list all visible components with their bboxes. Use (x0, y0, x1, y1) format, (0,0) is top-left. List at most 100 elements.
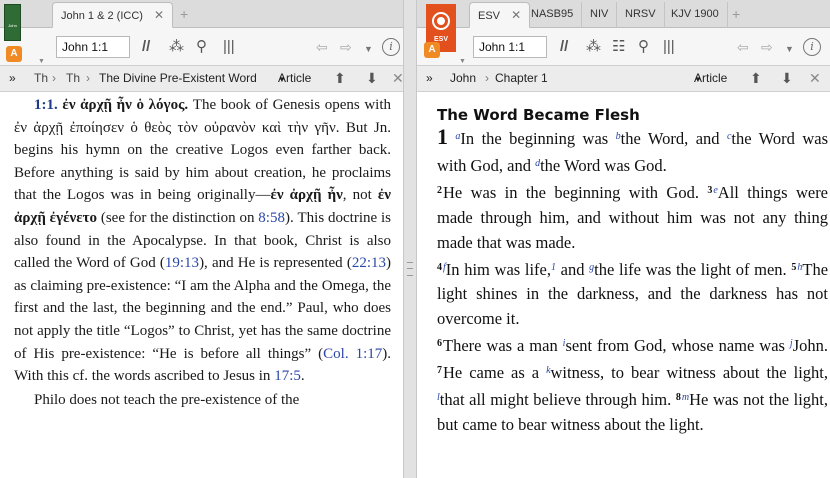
verse-text: He was in the beginning with God. (443, 182, 699, 202)
search-icon[interactable]: ⚲ (638, 37, 649, 57)
tab-kjv1900[interactable]: KJV 1900 (663, 2, 728, 28)
search-icon[interactable]: ⚲ (196, 37, 207, 57)
breadcrumb-separator-icon: › (52, 71, 56, 85)
verse-text: There was a man (443, 336, 563, 356)
tab-nasb95[interactable]: NASB95 (523, 2, 583, 28)
verse-reference: 1:1. (34, 97, 58, 113)
breadcrumb-item[interactable]: Th (66, 66, 80, 91)
body-text: . (300, 368, 305, 385)
add-tab-icon[interactable]: + (180, 6, 188, 22)
left-resource-panel: John 1 & 2 (ICC) ✕ + John A ▼ // ⁂ ⚲ |||… (0, 0, 403, 478)
verse-number: 4 (437, 261, 442, 273)
article-label: Article (278, 71, 312, 85)
tab-label: NRSV (625, 8, 656, 20)
close-tab-icon[interactable]: ✕ (511, 3, 521, 28)
commentary-content: 1:1. ἐν ἀρχῇ ἦν ὁ λόγος. The book of Gen… (0, 92, 403, 478)
body-text: ), and He is represented ( (199, 255, 352, 272)
back-arrow-icon[interactable]: ⇦ (737, 37, 749, 57)
breadcrumb-item[interactable]: Th (34, 66, 48, 91)
scripture-link[interactable]: Col. 1:17 (323, 346, 382, 362)
resource-badge[interactable]: A (6, 46, 22, 62)
breadcrumb-separator-icon: › (86, 71, 90, 85)
verse-number: 2 (437, 184, 442, 196)
previous-article-icon[interactable]: ⬆ (334, 66, 346, 91)
next-article-icon[interactable]: ⬇ (366, 66, 378, 91)
left-toolbar: // ⁂ ⚲ ||| ⇦ ⇨ ▼ i (0, 28, 403, 66)
next-article-icon[interactable]: ⬇ (781, 66, 793, 91)
verse-number: 8 (675, 392, 681, 404)
breadcrumb: » Th › Th › The Divine Pre-Existent Word… (0, 66, 403, 92)
add-tab-icon[interactable]: + (732, 6, 740, 22)
chevron-down-icon[interactable]: ▼ (38, 58, 45, 65)
columns-icon[interactable]: ||| (663, 37, 675, 57)
history-dropdown-icon[interactable]: ▼ (785, 39, 794, 59)
tab-john-icc[interactable]: John 1 & 2 (ICC) ✕ (52, 2, 174, 28)
section-heading: The Word Became Flesh (437, 106, 640, 124)
splitter-grip-icon[interactable] (407, 262, 413, 276)
back-arrow-icon[interactable]: ⇦ (316, 37, 328, 57)
left-tab-bar: John 1 & 2 (ICC) ✕ + (0, 0, 403, 28)
body-text: (see for the distinction on (97, 209, 259, 226)
forward-arrow-icon[interactable]: ⇨ (761, 37, 773, 57)
history-dropdown-icon[interactable]: ▼ (364, 39, 373, 59)
visual-filters-icon[interactable]: ⁂ (586, 37, 601, 57)
esv-logo-icon (432, 12, 450, 30)
reference-input[interactable] (473, 36, 547, 58)
greek-lemma: ἐν ἀρχῇ ἦν ὁ λόγος. (62, 97, 189, 113)
scripture-link[interactable]: 22:13 (352, 255, 386, 271)
right-resource-panel: ESV ✕ NASB95 NIV NRSV KJV 1900 + ESV A ▼… (417, 0, 830, 478)
previous-article-icon[interactable]: ⬆ (750, 66, 762, 91)
chevron-down-icon[interactable]: ▼ (459, 58, 466, 65)
close-icon[interactable]: ✕ (809, 66, 821, 91)
resource-thumbnail[interactable]: ESV A ▼ (421, 4, 466, 65)
body-text: The book of Genesis opens with (188, 97, 392, 113)
tab-label: NASB95 (531, 8, 574, 20)
breadcrumb-item-chapter[interactable]: Chapter 1 (495, 66, 548, 91)
article-dropdown[interactable]: Article ▼ (694, 66, 727, 92)
resource-thumbnail[interactable]: John A ▼ (4, 4, 48, 65)
greek-text: ἐν ἀρχῇ ἐποίησεν ὁ θεὸς τὸν οὐρανὸν καὶ … (14, 119, 336, 136)
greek-text: ἐν ἀρχῇ ἦν (270, 187, 343, 204)
scripture-link[interactable]: 17:5 (274, 368, 301, 384)
reference-input[interactable] (56, 36, 130, 58)
tab-esv[interactable]: ESV ✕ (469, 2, 531, 28)
resource-badge[interactable]: A (424, 42, 440, 58)
scripture-link[interactable]: 19:13 (165, 255, 199, 271)
article-label: Article (694, 71, 728, 85)
tab-label: NIV (590, 8, 609, 20)
right-toolbar: // ⁂ ☷ ⚲ ||| ⇦ ⇨ ▼ i (417, 28, 830, 66)
breadcrumb-item-current[interactable]: The Divine Pre-Existent Word (99, 66, 257, 91)
verse-text: He came as a (443, 363, 547, 383)
panel-splitter[interactable] (403, 0, 417, 478)
visual-filters-icon[interactable]: ⁂ (169, 37, 184, 57)
tab-niv[interactable]: NIV (582, 2, 618, 28)
close-tab-icon[interactable]: ✕ (154, 3, 164, 28)
breadcrumb-item-book[interactable]: John (450, 66, 476, 91)
article-dropdown[interactable]: Article ▼ (278, 66, 311, 92)
close-icon[interactable]: ✕ (392, 66, 403, 91)
info-icon[interactable]: i (803, 38, 821, 56)
tab-label: KJV 1900 (671, 8, 719, 20)
verse-text: and (555, 259, 590, 279)
book-cover-title: John (8, 23, 17, 28)
verse-text: witness, to bear witness about the light… (550, 363, 828, 383)
info-icon[interactable]: i (382, 38, 400, 56)
verse-text: the Word, and (620, 129, 727, 148)
tab-nrsv[interactable]: NRSV (617, 2, 665, 28)
icc-book-cover: John (4, 4, 21, 41)
text-layout-icon[interactable]: ☷ (612, 37, 625, 57)
body-text: , not (342, 187, 378, 204)
parallel-resources-icon[interactable]: // (142, 37, 150, 57)
columns-icon[interactable]: ||| (223, 37, 235, 57)
bible-text-content: The Word Became Flesh 1 aIn the beginnin… (417, 92, 830, 478)
breadcrumb-expand-icon[interactable]: » (426, 66, 433, 91)
verse-text: John. (792, 336, 828, 356)
breadcrumb-expand-icon[interactable]: » (9, 66, 16, 91)
verse-text: sent from God, whose name was (565, 336, 790, 356)
parallel-resources-icon[interactable]: // (560, 37, 568, 57)
verse-text: In him was life, (445, 259, 551, 279)
verse-text: the Word was God. (540, 155, 667, 175)
verse-text: the life was the light of men. (594, 259, 787, 279)
forward-arrow-icon[interactable]: ⇨ (340, 37, 352, 57)
scripture-link[interactable]: 8:58 (258, 210, 285, 226)
